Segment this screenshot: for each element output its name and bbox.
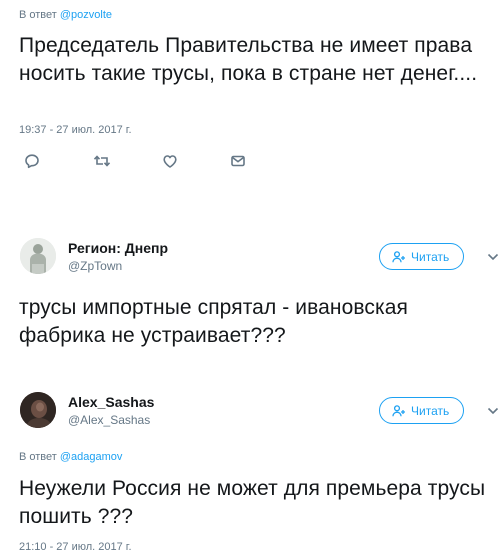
follow-user-icon [392, 404, 406, 417]
user-name[interactable]: Регион: Днепр [68, 240, 168, 256]
reply-context: В ответ @pozvolte [19, 9, 112, 21]
follow-label: Читать [411, 249, 450, 264]
reply-to-link[interactable]: @adagamov [60, 451, 123, 463]
reply-prefix: В ответ [19, 9, 57, 21]
user-handle[interactable]: @ZpTown [68, 259, 122, 273]
user-name[interactable]: Alex_Sashas [68, 394, 154, 410]
chevron-down-icon[interactable] [486, 404, 500, 418]
reply-icon[interactable] [21, 150, 43, 172]
tweet-timestamp[interactable]: 21:10 - 27 июл. 2017 г. [19, 541, 132, 553]
reply-to-link[interactable]: @pozvolte [60, 9, 112, 21]
tweet-text: Председатель Правительства не имеет прав… [19, 34, 478, 85]
retweet-icon[interactable] [91, 150, 113, 172]
follow-user-icon [392, 250, 406, 263]
follow-button[interactable]: Читать [379, 397, 465, 424]
message-icon[interactable] [227, 150, 249, 172]
user-handle[interactable]: @Alex_Sashas [68, 413, 150, 427]
chevron-down-icon[interactable] [486, 250, 500, 264]
reply-context: В ответ @adagamov [19, 451, 122, 463]
avatar[interactable] [20, 392, 56, 428]
like-icon[interactable] [159, 150, 181, 172]
follow-label: Читать [411, 403, 450, 418]
avatar[interactable] [20, 238, 56, 274]
tweet-text: трусы импортные спрятал - ивановская фаб… [19, 296, 409, 347]
follow-button[interactable]: Читать [379, 243, 465, 270]
tweet-timestamp[interactable]: 19:37 - 27 июл. 2017 г. [19, 124, 132, 136]
reply-prefix: В ответ [19, 451, 57, 463]
tweet-text: Неужели Россия не может для премьера тру… [19, 477, 486, 528]
